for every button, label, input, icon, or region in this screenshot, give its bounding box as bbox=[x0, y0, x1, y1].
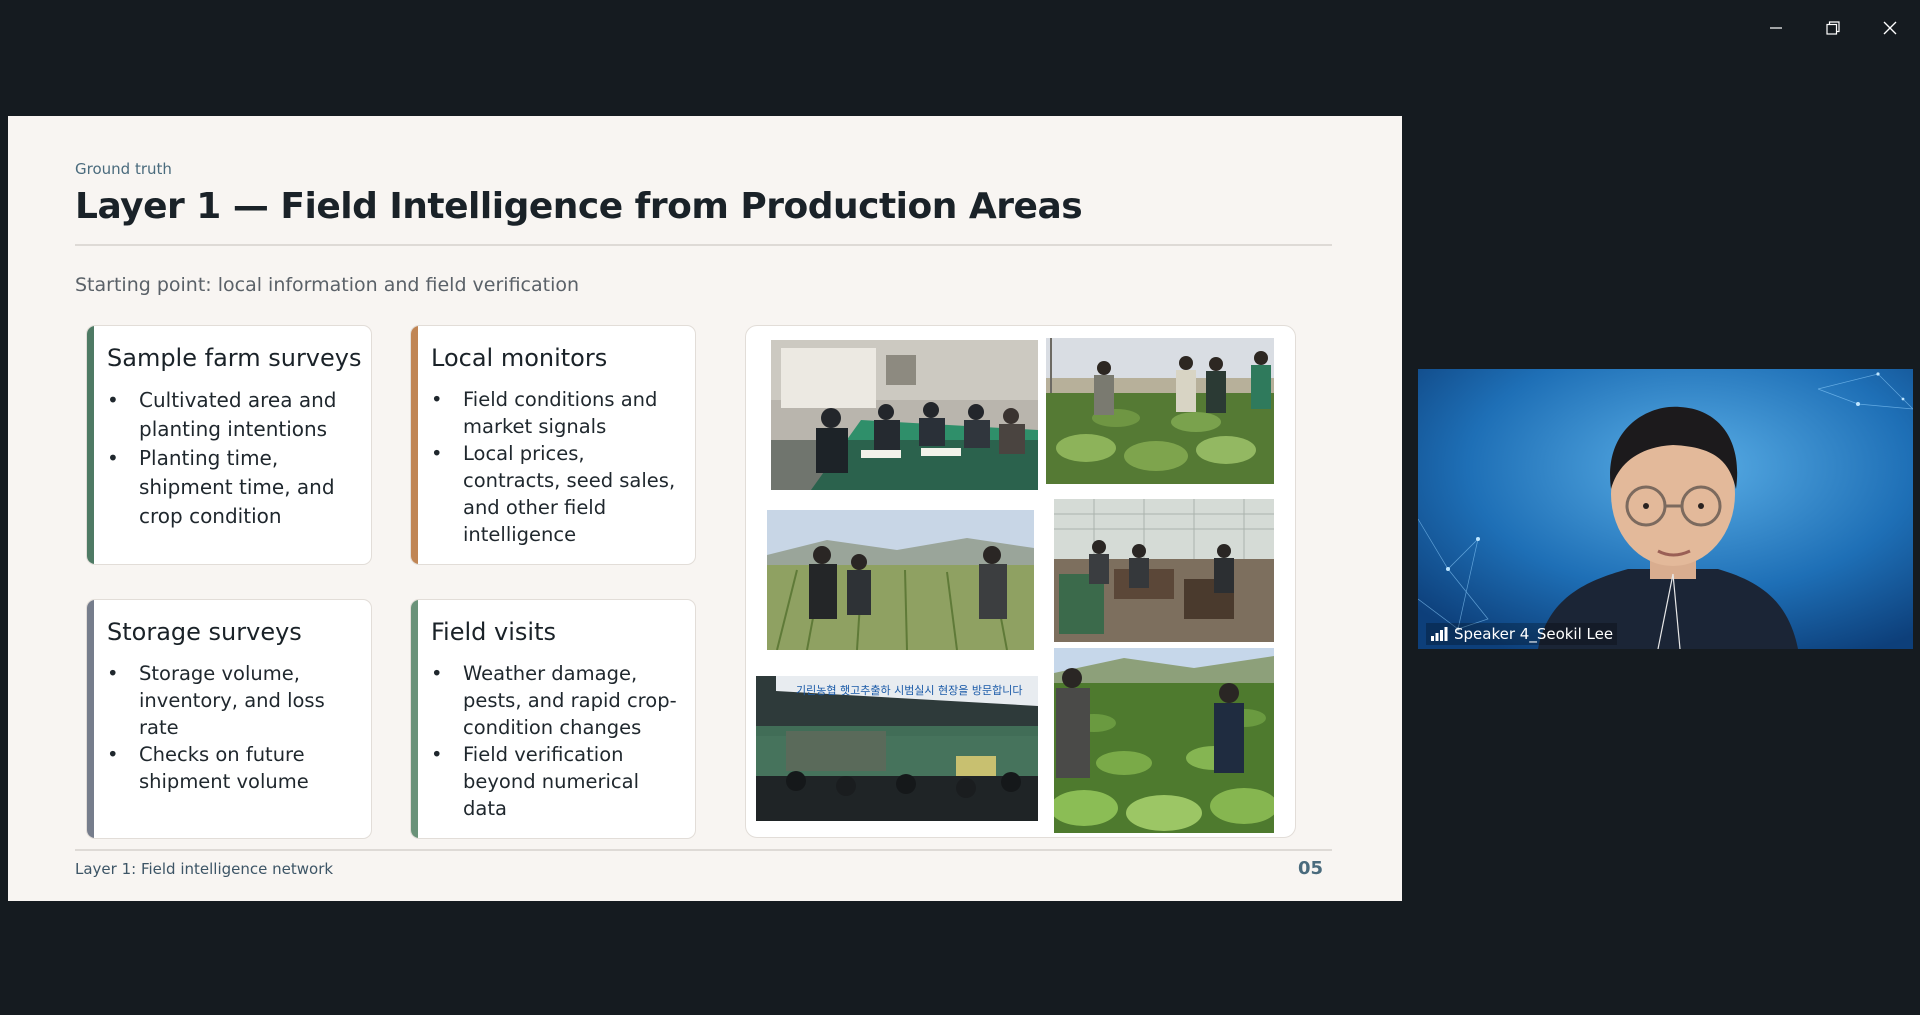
slide-page-number: 05 bbox=[1298, 858, 1324, 879]
card-bullet: Local prices, contracts, seed sales, and… bbox=[431, 440, 685, 548]
card-bullet-list: Field conditions and market signals Loca… bbox=[431, 386, 685, 548]
close-button[interactable] bbox=[1870, 14, 1910, 42]
photo-meeting-room bbox=[771, 340, 1038, 490]
restore-icon bbox=[1826, 21, 1840, 35]
slide-subtitle: Starting point: local information and fi… bbox=[75, 274, 580, 296]
footer-divider bbox=[75, 849, 1332, 851]
card-bullet: Storage volume, inventory, and loss rate bbox=[107, 660, 361, 741]
speaker-name-label: Speaker 4_Seokil Lee bbox=[1426, 623, 1618, 645]
card-title: Local monitors bbox=[431, 344, 608, 372]
speaker-name: Speaker 4_Seokil Lee bbox=[1454, 625, 1614, 643]
card-local-monitors: Local monitors Field conditions and mark… bbox=[410, 325, 696, 565]
photo-market-shipment: 기린농협 햇고추출하 시범실시 현장을 방문합니다 bbox=[756, 676, 1038, 821]
card-bullet-list: Weather damage, pests, and rapid crop-co… bbox=[431, 660, 685, 822]
card-sample-farm-surveys: Sample farm surveys Cultivated area and … bbox=[86, 325, 372, 565]
title-divider bbox=[75, 244, 1332, 246]
slide-eyebrow: Ground truth bbox=[75, 160, 172, 178]
close-icon bbox=[1883, 21, 1897, 35]
card-bullet-list: Storage volume, inventory, and loss rate… bbox=[107, 660, 361, 795]
card-title: Storage surveys bbox=[107, 618, 302, 646]
card-accent-bar bbox=[87, 326, 94, 564]
photo-packing-greenhouse bbox=[1054, 499, 1274, 642]
card-title: Field visits bbox=[431, 618, 556, 646]
card-accent-bar bbox=[411, 326, 418, 564]
speaker-video-tile[interactable]: Speaker 4_Seokil Lee bbox=[1418, 369, 1913, 649]
card-bullet-list: Cultivated area and planting intentions … bbox=[107, 386, 361, 531]
card-bullet: Field conditions and market signals bbox=[431, 386, 685, 440]
photo-cabbage-field-inspection bbox=[1046, 338, 1274, 484]
card-bullet: Checks on future shipment volume bbox=[107, 741, 361, 795]
card-accent-bar bbox=[411, 600, 418, 838]
slide-footer: Layer 1: Field intelligence network bbox=[75, 860, 334, 878]
card-accent-bar bbox=[87, 600, 94, 838]
slide-title: Layer 1 — Field Intelligence from Produc… bbox=[75, 186, 1083, 227]
restore-button[interactable] bbox=[1813, 14, 1853, 42]
shared-slide: Ground truth Layer 1 — Field Intelligenc… bbox=[8, 116, 1402, 901]
card-bullet: Field verification beyond numerical data bbox=[431, 741, 685, 822]
card-field-visits: Field visits Weather damage, pests, and … bbox=[410, 599, 696, 839]
signal-strength-icon bbox=[1431, 627, 1448, 641]
card-bullet: Planting time, shipment time, and crop c… bbox=[107, 444, 361, 531]
card-bullet: Cultivated area and planting intentions bbox=[107, 386, 361, 444]
photo-collage: 기린농협 햇고추출하 시범실시 현장을 방문합니다 bbox=[745, 325, 1296, 838]
card-title: Sample farm surveys bbox=[107, 344, 362, 372]
minimize-icon bbox=[1770, 27, 1782, 29]
photo-onion-field bbox=[767, 510, 1034, 650]
card-bullet: Weather damage, pests, and rapid crop-co… bbox=[431, 660, 685, 741]
minimize-button[interactable] bbox=[1756, 14, 1796, 42]
photo-cabbage-field-visit bbox=[1054, 648, 1274, 833]
banner-text: 기린농협 햇고추출하 시범실시 현장을 방문합니다 bbox=[796, 683, 1023, 697]
card-storage-surveys: Storage surveys Storage volume, inventor… bbox=[86, 599, 372, 839]
